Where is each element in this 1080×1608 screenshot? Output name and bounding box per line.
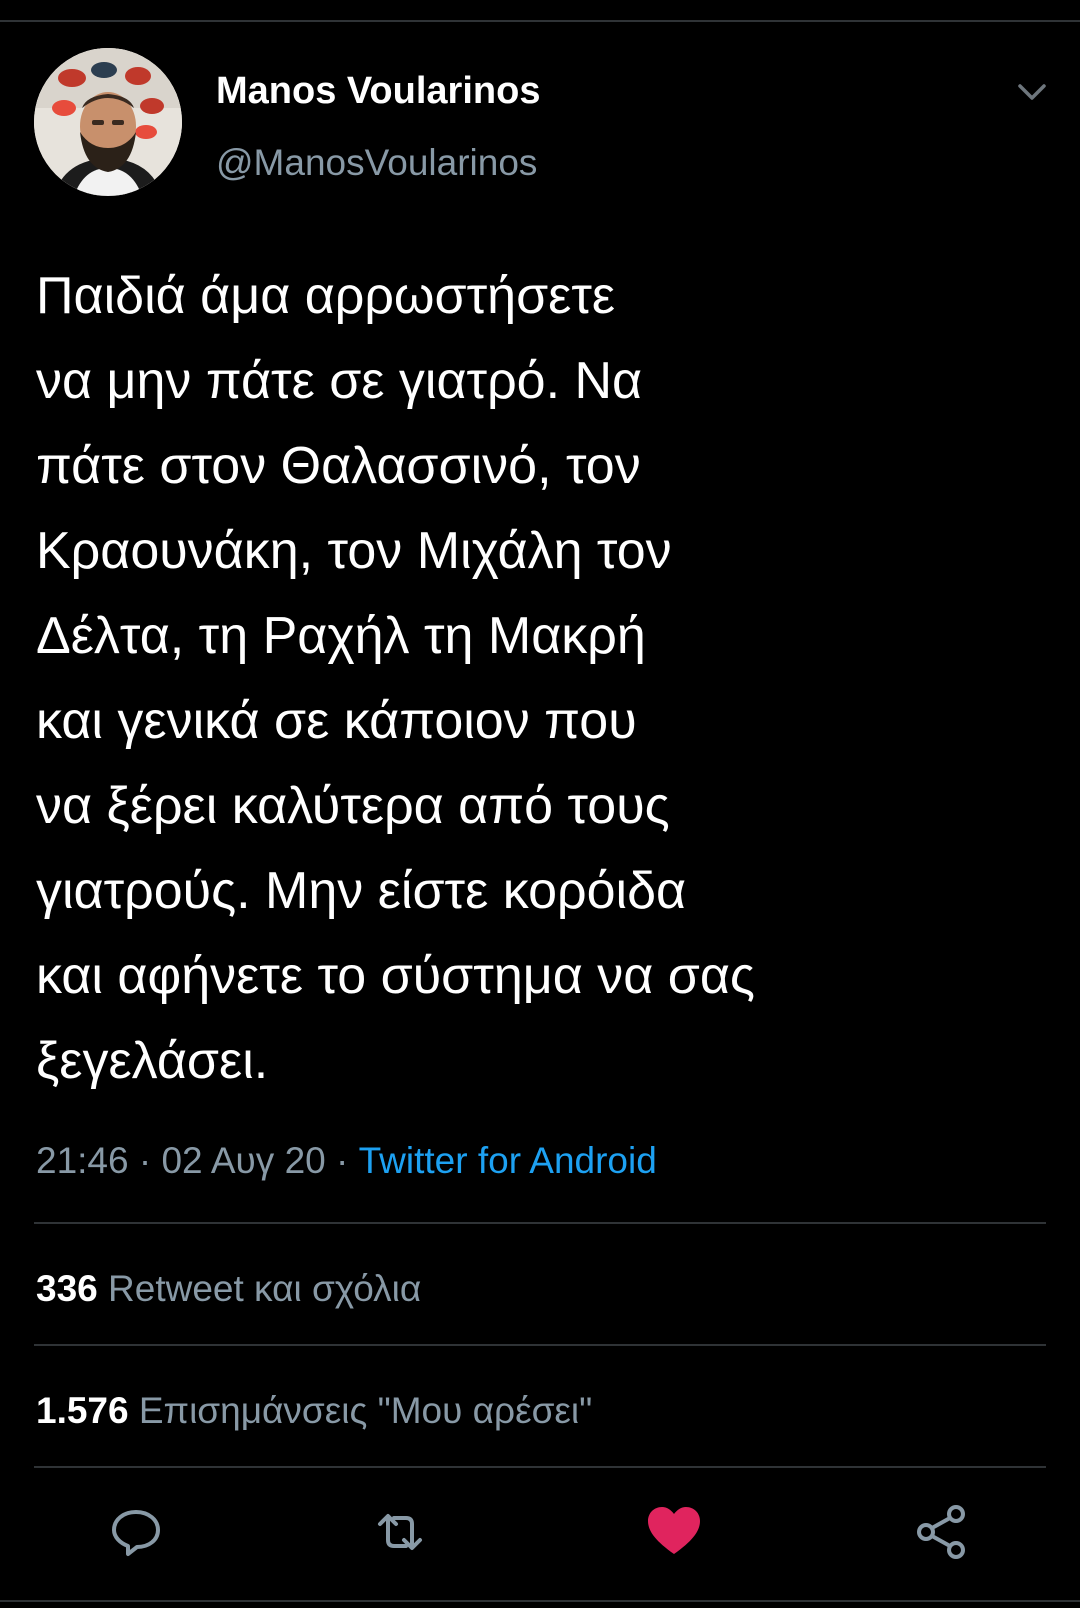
likes-count: 1.576 [36, 1390, 129, 1431]
tweet-text-line: ξεγελάσει. [36, 1032, 269, 1090]
likes-label: Επισημάνσεις "Μου αρέσει" [138, 1390, 593, 1431]
heart-icon[interactable] [644, 1502, 704, 1562]
user-display-name[interactable]: Manos Voularinos [216, 70, 540, 113]
tweet-meta: 21:46 · 02 Αυγ 20 · Twitter for Android [36, 1140, 657, 1182]
tweet-source-link[interactable]: Twitter for Android [359, 1140, 657, 1181]
tweet-actions [0, 1502, 1080, 1572]
tweet-text-line: Παιδιά άμα αρρωστήσετε [36, 267, 616, 325]
tweet-text: Παιδιά άμα αρρωστήσετε να μην πάτε σε γι… [36, 254, 1036, 1104]
chevron-down-icon[interactable] [1012, 78, 1052, 108]
meta-separator: · [128, 1140, 162, 1181]
reply-icon[interactable] [106, 1502, 166, 1562]
avatar[interactable] [34, 48, 182, 196]
tweet-text-line: πάτε στον Θαλασσινό, τον [36, 437, 641, 495]
retweet-icon[interactable] [370, 1502, 430, 1562]
top-divider [0, 20, 1080, 22]
divider [34, 1344, 1046, 1346]
avatar-image [34, 48, 182, 196]
tweet-text-line: και αφήνετε το σύστημα να σας [36, 947, 755, 1005]
tweet-time: 21:46 [36, 1140, 129, 1181]
bottom-divider [0, 1600, 1080, 1602]
meta-separator: · [325, 1140, 359, 1181]
share-icon[interactable] [912, 1502, 972, 1562]
tweet-text-line: γιατρούς. Μην είστε κορόιδα [36, 862, 687, 920]
divider [34, 1466, 1046, 1468]
retweets-count: 336 [36, 1268, 98, 1309]
user-handle[interactable]: @ManosVoularinos [216, 142, 537, 184]
tweet-date: 02 Αυγ 20 [161, 1140, 326, 1181]
likes-stat[interactable]: 1.576 Επισημάνσεις "Μου αρέσει" [36, 1390, 592, 1432]
tweet-text-line: Δέλτα, τη Ραχήλ τη Μακρή [36, 607, 646, 665]
tweet-text-line: Κραουνάκη, τον Μιχάλη τον [36, 522, 672, 580]
retweets-stat[interactable]: 336 Retweet και σχόλια [36, 1268, 421, 1310]
divider [34, 1222, 1046, 1224]
tweet-text-line: και γενικά σε κάποιον που [36, 692, 637, 750]
tweet-text-line: να ξέρει καλύτερα από τους [36, 777, 670, 835]
tweet-text-line: να μην πάτε σε γιατρό. Να [36, 352, 643, 410]
retweets-label: Retweet και σχόλια [108, 1268, 422, 1309]
